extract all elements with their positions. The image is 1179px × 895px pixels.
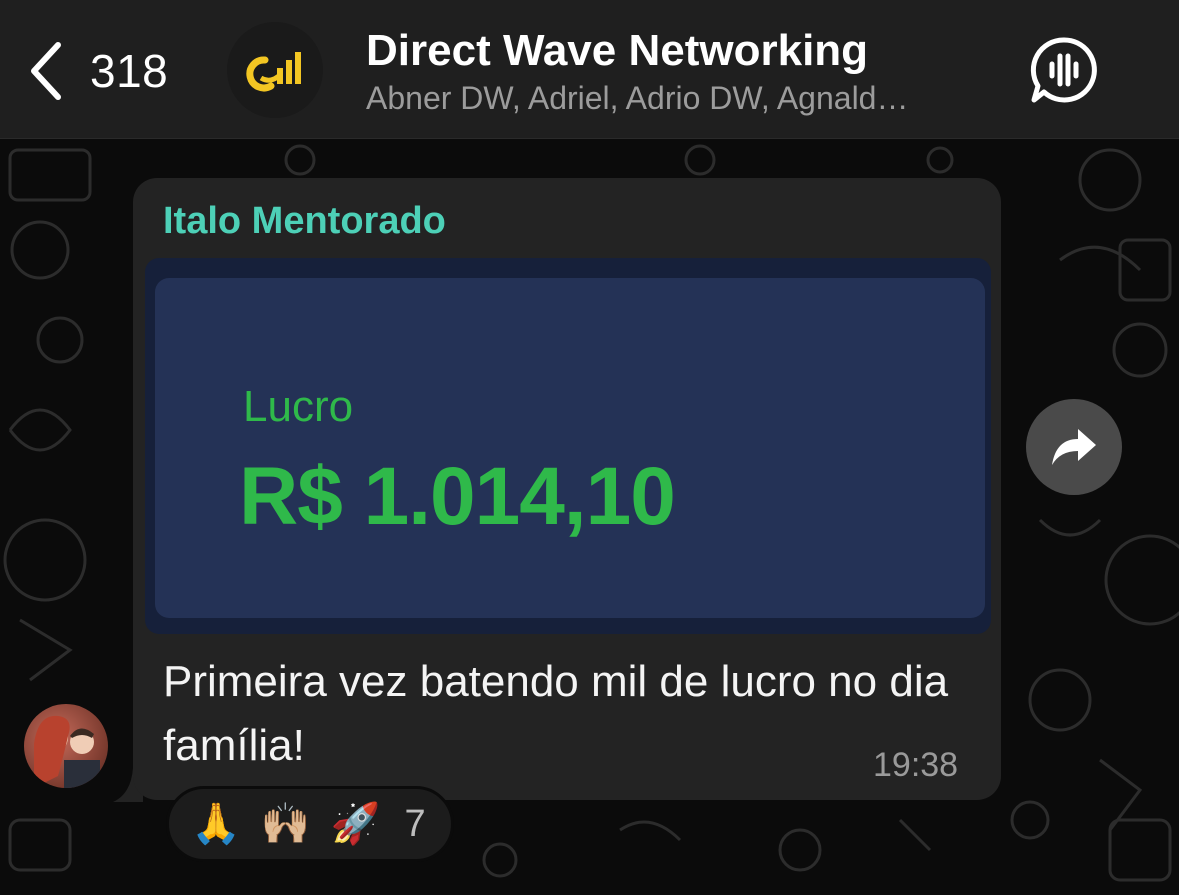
profit-label: Lucro [243, 382, 354, 431]
message-text: Primeira vez batendo mil de lucro no dia… [163, 657, 949, 770]
group-avatar[interactable] [227, 22, 323, 118]
reaction-raised-hands: 🙌🏼 [260, 802, 311, 846]
group-voice-call-icon [1030, 37, 1097, 103]
sender-name[interactable]: Italo Mentorado [163, 200, 446, 243]
group-name[interactable]: Direct Wave Networking [366, 26, 868, 76]
voice-call-button[interactable] [1030, 36, 1098, 104]
unread-count: 318 [90, 45, 169, 97]
chevron-left-icon [31, 42, 61, 100]
message-time: 19:38 [873, 746, 959, 784]
reaction-rocket: 🚀 [330, 802, 381, 846]
reaction-pray: 🙏 [191, 802, 241, 846]
direct-wave-logo-icon [246, 52, 301, 92]
back-button[interactable]: 318 [24, 36, 184, 106]
sender-avatar[interactable] [24, 704, 108, 788]
profit-card: Lucro R$ 1.014,10 [155, 278, 985, 618]
message-bubble[interactable]: Italo Mentorado Lucro R$ 1.014,10 Primei… [133, 178, 1001, 800]
group-members[interactable]: Abner DW, Adriel, Adrio DW, Agnald… [366, 80, 1006, 117]
reactions-pill[interactable]: 🙏 🙌🏼 🚀 7 [166, 786, 454, 862]
chat-header: 318 Direct Wave Networking Abner DW, Adr… [0, 0, 1179, 139]
message-image[interactable]: Lucro R$ 1.014,10 [145, 258, 991, 634]
profit-value: R$ 1.014,10 [239, 451, 676, 542]
avatar-photo-icon [34, 715, 100, 788]
reaction-count: 7 [404, 802, 426, 845]
forward-button[interactable] [1026, 399, 1122, 495]
forward-arrow-icon [1052, 429, 1096, 465]
